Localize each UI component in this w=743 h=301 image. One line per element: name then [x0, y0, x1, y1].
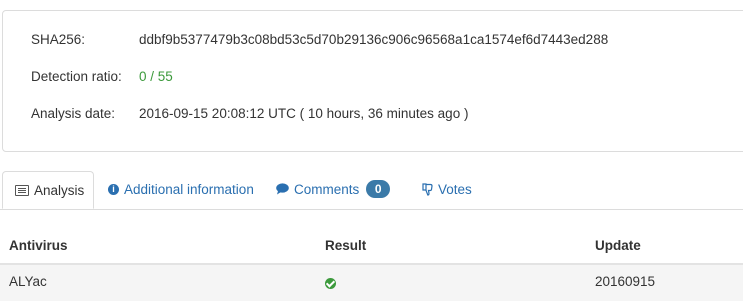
- tab-bar: Analysis i Additional information Comment…: [0, 171, 743, 210]
- tab-votes-label: Votes: [438, 182, 472, 197]
- sha256-value: ddbf9b5377479b3c08bd53c5d70b29136c906c96…: [139, 32, 609, 47]
- detection-ratio-value: 0 / 55: [139, 69, 173, 84]
- tab-comments[interactable]: Comments 0: [276, 171, 391, 208]
- comments-count-badge: 0: [366, 180, 391, 199]
- column-header-result[interactable]: Result: [325, 238, 366, 253]
- table-row: ALYac 20160915: [0, 265, 743, 301]
- analysis-date-value: 2016-09-15 20:08:12 UTC ( 10 hours, 36 m…: [139, 106, 469, 121]
- result-cell: [325, 274, 336, 289]
- sha256-label: SHA256:: [31, 32, 86, 47]
- tab-analysis-label: Analysis: [34, 183, 85, 198]
- comment-icon: [276, 183, 289, 195]
- update-date: 20160915: [595, 274, 656, 289]
- tab-info-label: Additional information: [124, 182, 254, 197]
- check-circle-icon: [325, 278, 336, 289]
- antivirus-name: ALYac: [9, 274, 47, 289]
- file-summary-panel: SHA256: ddbf9b5377479b3c08bd53c5d70b2913…: [2, 10, 743, 152]
- table-header: Antivirus Result Update: [0, 228, 743, 265]
- list-icon: [15, 184, 29, 196]
- thumbs-down-icon: [422, 183, 433, 196]
- detection-ratio-label: Detection ratio:: [31, 69, 122, 84]
- tab-additional-information[interactable]: i Additional information: [108, 171, 254, 208]
- tab-analysis[interactable]: Analysis: [2, 171, 94, 209]
- column-header-antivirus[interactable]: Antivirus: [9, 238, 68, 253]
- info-icon: i: [108, 183, 119, 195]
- tab-votes[interactable]: Votes: [422, 171, 472, 208]
- analysis-date-label: Analysis date:: [31, 106, 116, 121]
- tab-comments-label: Comments: [294, 182, 360, 197]
- column-header-update: Update: [595, 238, 641, 253]
